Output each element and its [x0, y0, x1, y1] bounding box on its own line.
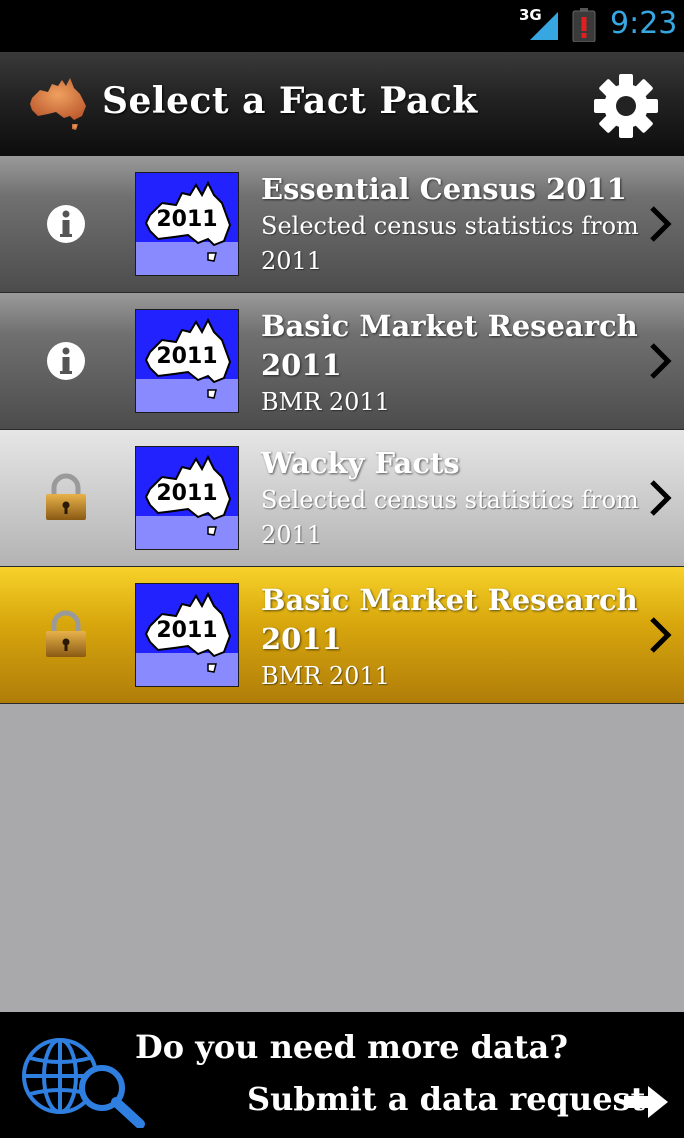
census-thumbnail: 2011: [135, 446, 239, 550]
info-icon[interactable]: [38, 196, 94, 252]
chevron-right-icon: [650, 617, 672, 653]
thumb-year-label: 2011: [156, 207, 218, 232]
gear-icon[interactable]: [592, 72, 660, 140]
pack-subtitle: BMR 2011: [261, 388, 390, 416]
globe-search-icon: [22, 1038, 145, 1128]
fact-pack-list: 2011 Essential Census 2011 Selected cens…: [0, 156, 684, 704]
footer-headline: Do you need more data?: [135, 1028, 569, 1066]
pack-title: Basic Market Research 2011: [261, 309, 638, 382]
battery-alert-icon: [572, 8, 596, 42]
pack-text: Essential Census 2011 Selected census st…: [261, 170, 641, 279]
thumb-year-label: 2011: [156, 481, 218, 506]
arrow-right-icon[interactable]: [622, 1084, 670, 1120]
data-request-banner[interactable]: Do you need more data? Submit a data req…: [0, 1012, 684, 1138]
chevron-right-icon: [650, 206, 672, 242]
australia-map-icon: [30, 78, 86, 130]
pack-title: Wacky Facts: [261, 446, 460, 480]
submit-request-link[interactable]: Submit a data request: [247, 1080, 645, 1118]
chevron-right-icon: [650, 480, 672, 516]
pack-subtitle: Selected census statistics from 2011: [261, 486, 639, 549]
app-header: Select a Fact Pack: [0, 52, 684, 156]
census-thumbnail: 2011: [135, 583, 239, 687]
fact-pack-item[interactable]: 2011 Essential Census 2011 Selected cens…: [0, 156, 684, 293]
fact-pack-item[interactable]: 2011 Basic Market Research 2011 BMR 2011: [0, 293, 684, 430]
pack-subtitle: BMR 2011: [261, 662, 390, 690]
pack-text: Basic Market Research 2011 BMR 2011: [261, 581, 641, 694]
lock-icon: [46, 610, 86, 657]
pack-title: Basic Market Research 2011: [261, 583, 638, 656]
info-icon[interactable]: [38, 333, 94, 389]
pack-text: Wacky Facts Selected census statistics f…: [261, 444, 641, 553]
clock-time: 9:23: [610, 6, 678, 41]
census-thumbnail: 2011: [135, 309, 239, 413]
page-title: Select a Fact Pack: [102, 80, 478, 122]
chevron-right-icon: [650, 343, 672, 379]
census-thumbnail: 2011: [135, 172, 239, 276]
pack-subtitle: Selected census statistics from 2011: [261, 212, 639, 275]
signal-icon: [530, 12, 558, 40]
fact-pack-item[interactable]: 2011 Wacky Facts Selected census statist…: [0, 430, 684, 567]
pack-title: Essential Census 2011: [261, 172, 627, 206]
thumb-year-label: 2011: [156, 344, 218, 369]
status-bar: 3G 9:23: [0, 0, 684, 52]
lock-icon: [46, 473, 86, 520]
thumb-year-label: 2011: [156, 618, 218, 643]
pack-text: Basic Market Research 2011 BMR 2011: [261, 307, 641, 420]
fact-pack-item-selected[interactable]: 2011 Basic Market Research 2011 BMR 2011: [0, 567, 684, 704]
